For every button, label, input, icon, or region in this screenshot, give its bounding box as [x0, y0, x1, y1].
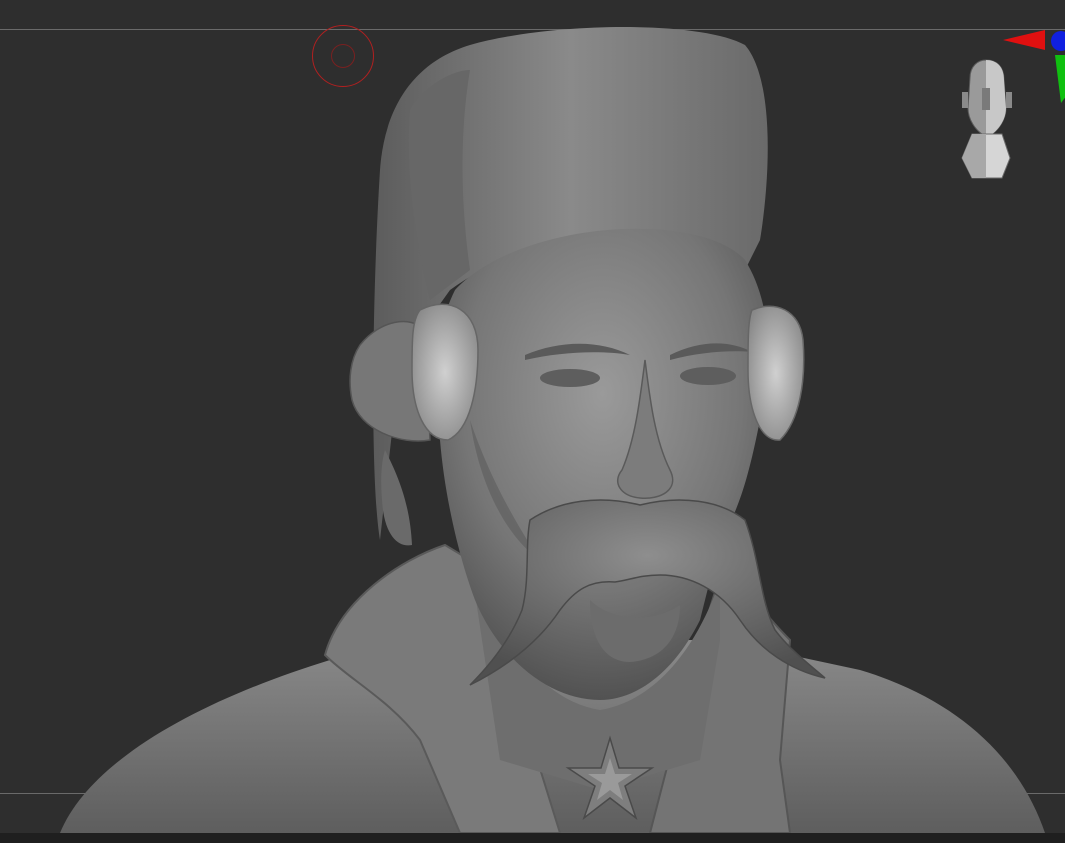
y-axis-arrow — [1055, 55, 1065, 103]
eye-right — [680, 367, 736, 385]
bottom-status-strip — [0, 833, 1065, 843]
sculpted-bust-model[interactable] — [0, 0, 1065, 843]
x-axis-arrow — [1003, 30, 1045, 50]
ear-left — [381, 450, 412, 546]
brush-cursor — [312, 25, 374, 87]
brush-cursor-inner — [331, 44, 355, 68]
axis-gizmo[interactable] — [995, 25, 1065, 110]
z-axis-dot — [1051, 31, 1065, 51]
eye-left — [540, 369, 600, 387]
hair-tuft-right — [747, 305, 805, 441]
sculpt-viewport[interactable] — [0, 0, 1065, 843]
